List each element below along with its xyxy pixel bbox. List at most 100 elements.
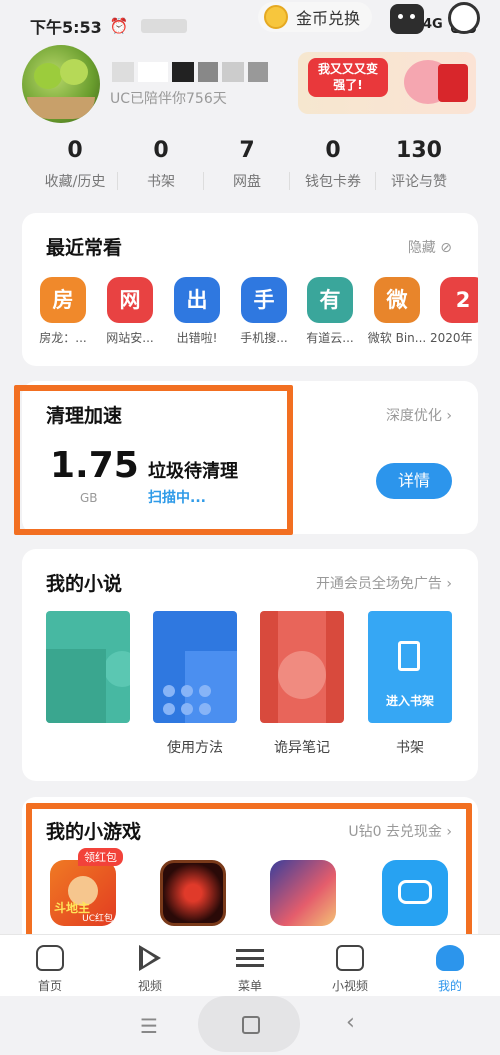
- nav-small-video[interactable]: 小视频: [300, 935, 400, 996]
- app-label: 出错啦!: [176, 331, 218, 345]
- app-icon: 网: [107, 277, 153, 323]
- gamepad-icon: [398, 880, 432, 904]
- book-icon: [398, 641, 420, 671]
- game-doudizhu[interactable]: 斗地主 UC红包: [50, 860, 116, 926]
- app-icon: 微: [374, 277, 420, 323]
- me-icon: [436, 945, 464, 971]
- book-label: 使用方法: [167, 740, 223, 756]
- deep-optimize-link[interactable]: 深度优化 ›: [386, 405, 452, 425]
- book-cover-weird-notes[interactable]: [260, 611, 344, 723]
- coin-cash-label: U钻0 去兑现金: [348, 824, 442, 840]
- days-with-uc: UC已陪伴你756天: [110, 91, 227, 107]
- coin-icon: [264, 5, 288, 29]
- book-cover[interactable]: [46, 611, 130, 723]
- chevron-right-icon: ›: [446, 408, 452, 424]
- message-icon[interactable]: [390, 4, 424, 34]
- deep-optimize-label: 深度优化: [385, 408, 442, 424]
- system-nav-bar: ☰ ‹: [0, 996, 500, 1055]
- coin-exchange-label: 金币兑换: [296, 9, 361, 28]
- avatar[interactable]: [22, 45, 100, 123]
- stat-value: 130: [396, 138, 442, 163]
- recent-apps-icon[interactable]: ☰: [140, 1014, 158, 1038]
- book-cover-guide[interactable]: [153, 611, 237, 723]
- home-button[interactable]: [198, 996, 300, 1052]
- book-label: 诡异笔记: [274, 740, 330, 756]
- status-bar: 下午5:53 ⏰ 4G 4G 29: [0, 0, 500, 52]
- app-icon: 出: [174, 277, 220, 323]
- back-icon[interactable]: ‹: [346, 1010, 355, 1035]
- app-label: 2020年: [430, 331, 473, 345]
- hide-label: 隐藏: [407, 240, 436, 256]
- recent-app[interactable]: 网 网站安...: [97, 277, 163, 346]
- game-legend[interactable]: [160, 860, 226, 926]
- games-title: 我的小游戏: [46, 821, 142, 843]
- status-blurred: [140, 19, 187, 33]
- stat-value: 0: [325, 138, 341, 163]
- app-icon: 2: [440, 277, 478, 323]
- recent-app[interactable]: 手 手机搜...: [231, 277, 297, 346]
- chevron-right-icon: ›: [446, 576, 452, 592]
- novels-title: 我的小说: [46, 573, 123, 595]
- promo-banner[interactable]: 我又又又变强了!: [298, 52, 476, 114]
- stat-value: 0: [67, 138, 83, 163]
- junk-size: 1.75: [50, 445, 139, 486]
- stat-value: 7: [239, 138, 255, 163]
- chevron-right-icon: ›: [446, 824, 452, 840]
- recent-app-clip: 2 2020年: [430, 277, 478, 363]
- junk-size-unit: GB: [80, 491, 98, 505]
- stat-label: 钱包卡券: [305, 174, 361, 190]
- stats-row: 0 收藏/历史 0 书架 7 网盘 0 钱包卡券 130 评论与赞: [0, 138, 500, 191]
- nav-home[interactable]: 首页: [0, 935, 100, 996]
- app-icon: 手: [241, 277, 287, 323]
- recent-app[interactable]: 2 2020年: [430, 277, 478, 346]
- recent-app[interactable]: 微 微软 Bin...: [364, 277, 430, 346]
- cleanup-title: 清理加速: [46, 405, 123, 427]
- nav-menu[interactable]: 菜单: [200, 935, 300, 996]
- recent-title: 最近常看: [46, 237, 123, 259]
- alarm-icon: ⏰: [109, 17, 129, 35]
- novels-card: 我的小说 开通会员全场免广告 › 进入书架 使用方法 诡异笔记 书架: [22, 549, 478, 781]
- stat-wallet[interactable]: 0 钱包卡券: [290, 138, 376, 191]
- recent-app[interactable]: 有 有道云...: [297, 277, 363, 346]
- app-label: 微软 Bin...: [367, 331, 427, 345]
- bottom-nav: 首页 视频 菜单 小视频 我的: [0, 934, 500, 996]
- nav-label: 首页: [37, 979, 62, 993]
- bookshelf-cover[interactable]: 进入书架: [368, 611, 452, 723]
- hide-recent-button[interactable]: 隐藏 ⊘: [408, 237, 452, 257]
- game-center[interactable]: [382, 860, 448, 926]
- stat-label: 书架: [147, 174, 175, 190]
- details-button[interactable]: 详情: [376, 463, 452, 499]
- stat-value: 0: [153, 138, 169, 163]
- vip-link[interactable]: 开通会员全场免广告 ›: [316, 573, 452, 593]
- username-blurred[interactable]: [112, 62, 268, 82]
- game-anime[interactable]: [270, 860, 336, 926]
- app-label: 网站安...: [106, 331, 154, 345]
- stat-cloud-drive[interactable]: 7 网盘: [204, 138, 290, 191]
- app-label: 房龙：...: [39, 331, 87, 345]
- nav-video[interactable]: 视频: [100, 935, 200, 996]
- book-label: 书架: [396, 740, 424, 756]
- bookshelf-cover-text: 进入书架: [385, 694, 434, 708]
- status-time: 下午5:53: [30, 18, 102, 37]
- stat-label: 网盘: [233, 174, 261, 190]
- app-label: 手机搜...: [240, 331, 288, 345]
- nav-label: 我的: [437, 979, 462, 993]
- app-icon: 房: [40, 277, 86, 323]
- settings-gear-icon[interactable]: [448, 2, 480, 34]
- coin-cash-link[interactable]: U钻0 去兑现金 ›: [348, 821, 452, 841]
- junk-label: 垃圾待清理: [148, 461, 238, 482]
- banner-text: 我又又又变强了!: [308, 58, 388, 98]
- nav-me[interactable]: 我的: [400, 935, 500, 996]
- stat-history[interactable]: 0 收藏/历史: [32, 138, 118, 191]
- game-tag: UC红包: [82, 914, 113, 924]
- home-icon: [36, 945, 64, 971]
- stat-comments[interactable]: 130 评论与赞: [376, 138, 462, 191]
- nav-label: 视频: [137, 979, 162, 993]
- recent-app[interactable]: 出 出错啦!: [164, 277, 230, 346]
- stat-bookshelf[interactable]: 0 书架: [118, 138, 204, 191]
- eye-off-icon: ⊘: [440, 240, 452, 256]
- coin-exchange-button[interactable]: 金币兑换: [258, 2, 373, 32]
- red-envelope-icon: [438, 64, 468, 102]
- vip-label: 开通会员全场免广告: [315, 576, 442, 592]
- recent-app[interactable]: 房 房龙：...: [30, 277, 96, 346]
